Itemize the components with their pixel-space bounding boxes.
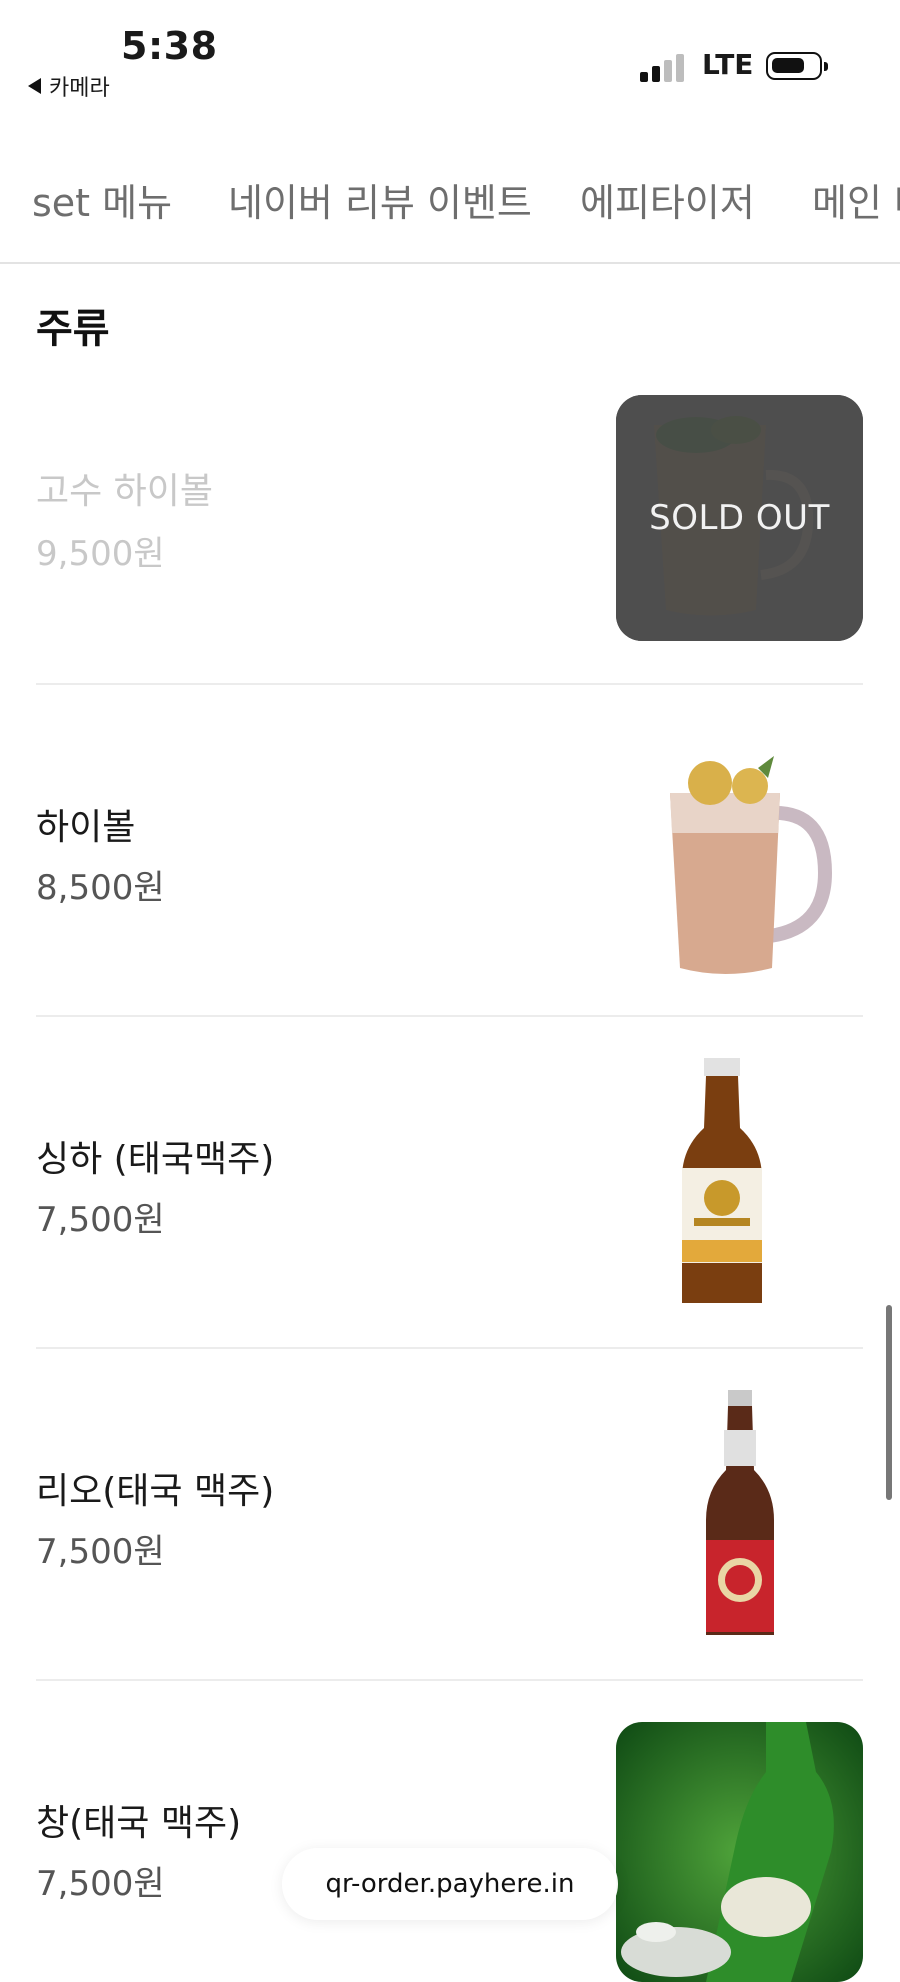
menu-item-singha[interactable]: 싱하 (태국맥주) 7,500원 (0, 1052, 900, 1350)
item-image: SOLD OUT (616, 395, 863, 641)
item-price: 8,500원 (36, 868, 165, 908)
item-image (616, 1722, 863, 1982)
clock: 5:38 (121, 24, 218, 68)
back-app-label: 카메라 (49, 76, 110, 101)
item-image (640, 738, 855, 988)
singha-bottle-icon (682, 1058, 762, 1303)
divider (36, 683, 863, 685)
item-price: 9,500원 (36, 534, 165, 574)
item-name: 하이볼 (36, 807, 136, 848)
battery-icon (766, 52, 828, 80)
back-to-app-link[interactable]: 카메라 (28, 70, 110, 102)
cellular-signal-icon (640, 52, 686, 82)
leo-bottle-icon (706, 1390, 774, 1635)
url-bar[interactable]: qr-order.payhere.in (282, 1848, 618, 1920)
item-price: 7,500원 (36, 1864, 165, 1904)
highball-mug-icon (670, 756, 833, 974)
menu-item-chang[interactable]: 창(태국 맥주) 7,500원 (0, 1716, 900, 1982)
item-name: 고수 하이볼 (36, 471, 214, 512)
item-price: 7,500원 (36, 1532, 165, 1572)
section-title: 주류 (36, 306, 110, 352)
tab-main[interactable]: 메인 다 (812, 172, 900, 227)
menu-item-gosu-highball[interactable]: 고수 하이볼 9,500원 SOLD OUT (0, 395, 900, 685)
chang-beer-icon (616, 1722, 863, 1982)
tab-set-menu[interactable]: set 메뉴 (32, 172, 172, 227)
menu-item-highball[interactable]: 하이볼 8,500원 (0, 720, 900, 1018)
divider (36, 1347, 863, 1349)
tab-naver-review-event[interactable]: 네이버 리뷰 이벤트 (228, 172, 532, 227)
item-image (700, 1390, 780, 1640)
status-bar: 5:38 카메라 LTE (0, 0, 900, 120)
menu-item-leo[interactable]: 리오(태국 맥주) 7,500원 (0, 1384, 900, 1682)
url-text: qr-order.payhere.in (325, 1869, 575, 1899)
tab-appetizer[interactable]: 에피타이저 (580, 172, 755, 227)
item-name: 리오(태국 맥주) (36, 1471, 275, 1512)
divider (36, 1015, 863, 1017)
scrollbar[interactable] (886, 1305, 892, 1500)
sold-out-badge: SOLD OUT (616, 395, 863, 641)
category-tabs: set 메뉴 네이버 리뷰 이벤트 에피타이저 메인 다 (0, 150, 900, 264)
item-name: 싱하 (태국맥주) (36, 1139, 275, 1180)
item-name: 창(태국 맥주) (36, 1803, 242, 1844)
back-arrow-icon (28, 78, 41, 94)
item-image (672, 1058, 772, 1308)
network-label: LTE (702, 48, 754, 81)
item-price: 7,500원 (36, 1200, 165, 1240)
divider (36, 1679, 863, 1681)
